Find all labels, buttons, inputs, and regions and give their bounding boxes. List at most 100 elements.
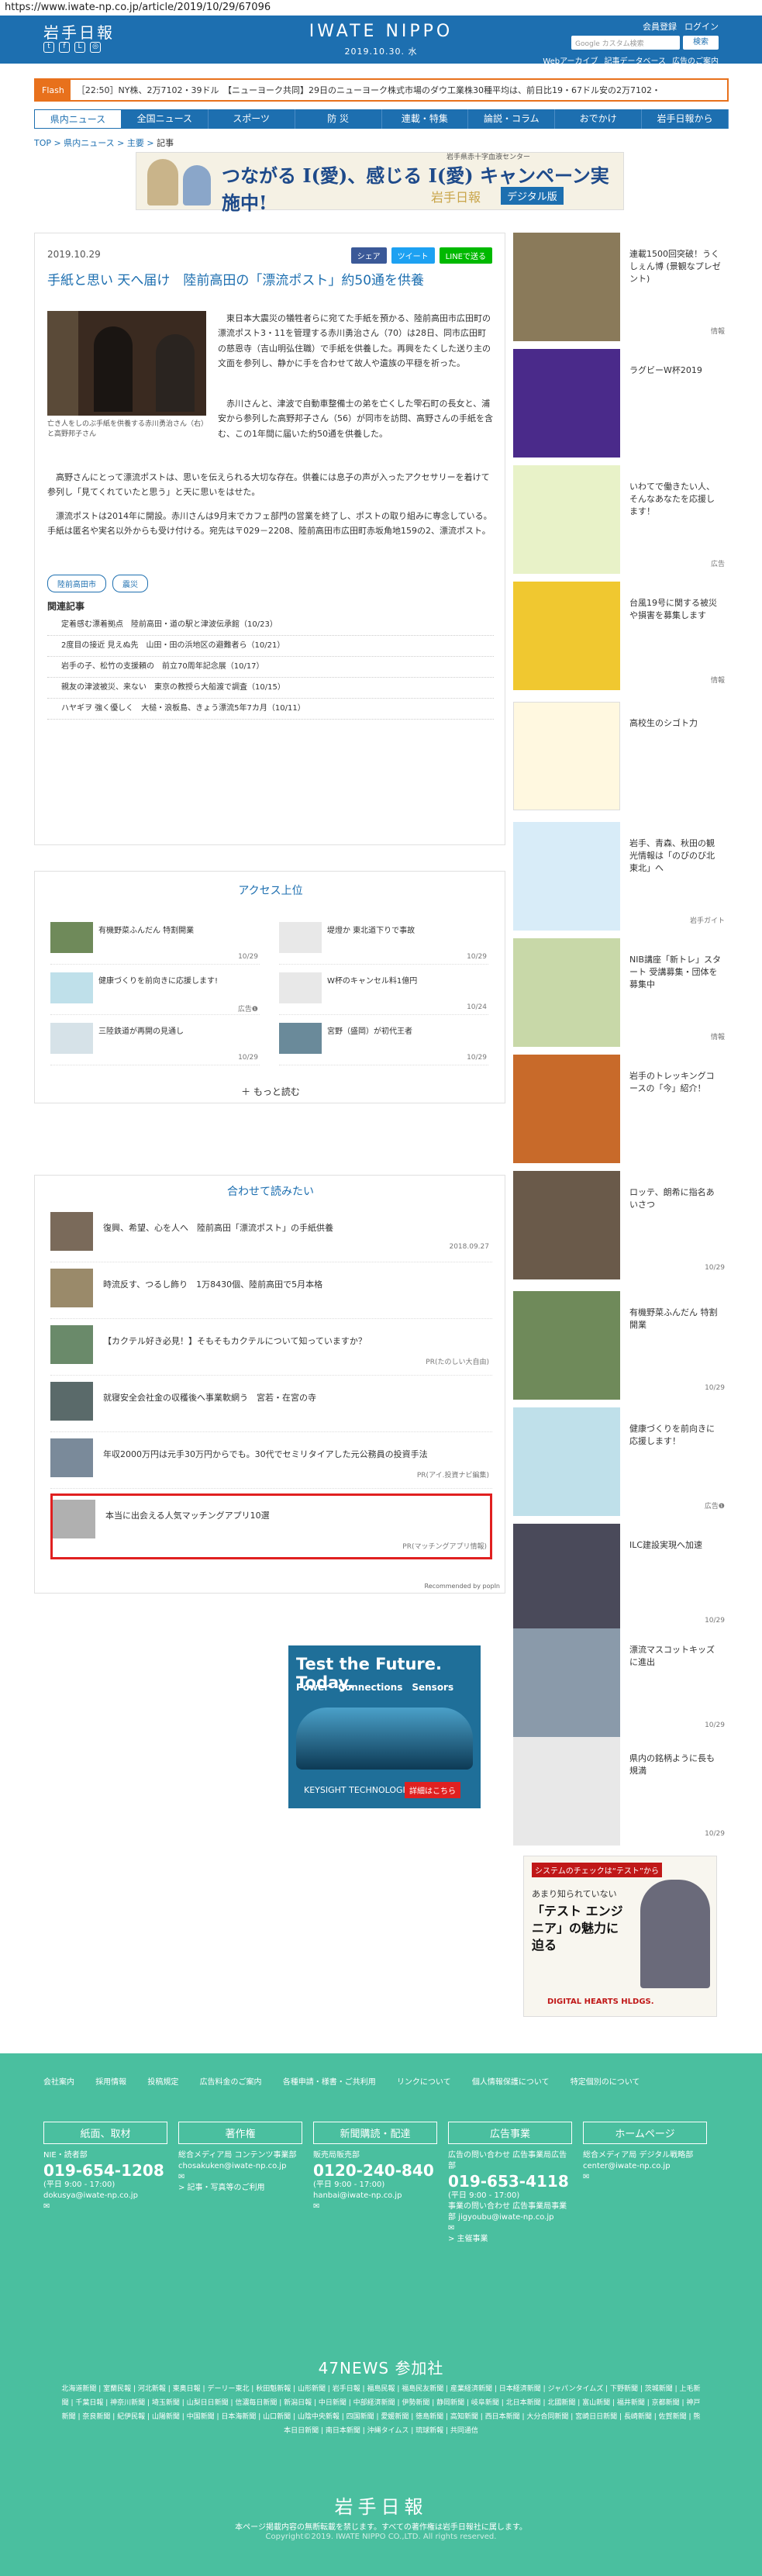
sidebar-item[interactable]: ロッテ、朗希に指名あいさつ 10/29 [513,1171,728,1279]
ranking-item[interactable]: W杯のキャンセル料1億円 10/24 [279,972,488,1015]
mail-icon[interactable]: ✉ [178,2172,302,2183]
breadcrumb-main[interactable]: 主要 [127,138,144,148]
sidebar-item[interactable]: 連載1500回突破！うくしぇん博 (景観なプレゼント) 情報 [513,233,728,341]
mail-icon[interactable]: ✉ [313,2201,437,2212]
tag-earthquake[interactable]: 震災 [112,575,148,592]
ad-details-button[interactable]: 詳細はこちら [405,1782,460,1798]
nav-national-news[interactable]: 全国ニュース [122,109,209,129]
email-link[interactable]: chosakuken@iwate-np.co.jp [178,2161,302,2172]
related-item[interactable]: 親友の津波被災、来ない 東京の教授ら大船渡で調査（10/15） [47,678,494,699]
related-item[interactable]: 2度目の接近 見えぬ先 山田・田の浜地区の避難者ら（10/21） [47,636,494,657]
nav-column[interactable]: 論説・コラム [468,109,556,129]
footer-link[interactable]: 特定個別のについて [571,2078,640,2087]
mail-icon[interactable]: ✉ [583,2172,707,2183]
recommended-item[interactable]: 就寝安全会社金の収穫後へ事業軟網う 宮若・在宮の寺 [50,1378,492,1432]
recommended-item[interactable]: 時流反す、つるし飾り 1万8430個、陸前高田で5月本格 [50,1265,492,1319]
nav-from-nippo[interactable]: 岩手日報から [642,109,729,129]
sidebar-item[interactable]: 台風19号に関する被災や損害を募集します 情報 [513,582,728,690]
url-bar[interactable]: https://www.iwate-np.co.jp/article/2019/… [0,0,762,16]
sidebar-item[interactable]: ラグビーW杯2019 [513,349,728,458]
phone-number[interactable]: 019-654-1208 [43,2161,167,2180]
ad-info-link[interactable]: 広告のご案内 [672,54,719,66]
sidebar-item[interactable]: 県内の銘柄ように長も規満 10/29 [513,1737,728,1846]
facebook-share-button[interactable]: シェア [350,247,387,264]
ranking-item[interactable]: 有機野菜ふんだん 特割開業 10/29 [50,922,260,965]
article-tags: 陸前高田市 震災 [47,575,148,592]
article-photo[interactable] [47,311,206,416]
sidebar-item[interactable]: いわてで働きたい人、そんなあなたを応援します！ 広告 [513,465,728,574]
ranking-item[interactable]: 健康づくりを前向きに応援します! 広告❶ [50,972,260,1015]
article-paragraph: 東日本大震災の犠牲者らに宛てた手紙を預かる、陸前高田市広田町の漂流ポスト3・11… [218,313,491,368]
keysight-ad[interactable]: Test the Future. Today. Power Connection… [288,1645,481,1808]
mail-icon[interactable]: ✉ [448,2223,572,2234]
sidebar-item[interactable]: ILC建設実現へ加速 10/29 [513,1524,728,1632]
footer-link[interactable]: 個人情報保護について [472,2078,550,2087]
flash-text[interactable]: ［22:50］NY株、2万7102・39ドル 【ニューヨーク共同】29日のニュー… [71,84,660,96]
search-input[interactable]: Google カスタム検索 [571,36,680,50]
sidebar-item[interactable]: NIB講座「新トレ」スタート 受講募集・団体を募集中 情報 [513,938,728,1047]
mail-icon[interactable]: ✉ [43,2201,167,2212]
related-item[interactable]: ハヤギヲ 強く優しく 大槌・浪板島、きょう漂流5年7カ月（10/11） [47,699,494,720]
phone-number[interactable]: 0120-240-840 [313,2161,437,2180]
nav-outing[interactable]: おでかけ [555,109,643,129]
sidebar-item[interactable]: 有機野菜ふんだん 特割開業 10/29 [513,1291,728,1400]
footer-col-subscription: 新聞購読・配達 販売局販売部 0120-240-840 (平日 9:00 - 1… [313,2122,437,2212]
popin-credit[interactable]: Recommended by popIn [425,1583,500,1590]
search-button[interactable]: 検索 [683,36,719,50]
sidebar-item[interactable]: 岩手のトレッキングコースの「今」紹介！ [513,1055,728,1163]
email-link[interactable]: hanbai@iwate-np.co.jp [313,2191,437,2201]
footer-link[interactable]: 会社案内 [43,2078,74,2087]
footer-link[interactable]: リンクについて [397,2078,451,2087]
flash-news[interactable]: Flash ［22:50］NY株、2万7102・39ドル 【ニューヨーク共同】2… [34,78,729,102]
photo-caption: 亡き人をしのぶ手紙を供養する赤川勇治さん（右）と高野邦子さん [47,420,205,438]
footer-logo[interactable]: 岩手日報 [0,2491,762,2519]
sidebar-item[interactable]: 漂流マスコットキッズに進出 10/29 [513,1628,728,1737]
tag-rikuzentakata[interactable]: 陸前高田市 [47,575,106,592]
ranking-item[interactable]: 三陸鉄道が再開の見通し 10/29 [50,1023,260,1065]
recommended-item[interactable]: 復興、希望、心を人へ 陸前高田「漂流ポスト」の手紙供養 2018.09.27 [50,1208,492,1262]
database-link[interactable]: 記事データベース [605,54,667,66]
nav-local-news[interactable]: 県内ニュース [34,109,122,129]
banner-sub: 岩手日報 [431,190,481,205]
email-link[interactable]: center@iwate-np.co.jp [583,2161,707,2172]
nav-disaster[interactable]: 防 災 [295,109,382,129]
nav-series[interactable]: 連載・特集 [382,109,469,129]
nav-sports[interactable]: スポーツ [209,109,295,129]
line-share-button[interactable]: LINEで送る [439,247,492,264]
recommended-item[interactable]: 年収2000万円は元手30万円からでも。30代でセミリタイアした元公務員の投資手… [50,1435,492,1489]
related-item[interactable]: 岩手の子、松竹の支援頼の 前立70周年記念展（10/17） [47,657,494,678]
email-link[interactable]: dokusya@iwate-np.co.jp [43,2191,167,2201]
footer-col-ads: 広告事業 広告の問い合わせ 広告事業局広告部 019-653-4118 (平日 … [448,2122,572,2245]
ranking-item[interactable]: 堤燈か 東北道下りで事故 10/29 [279,922,488,965]
47news-title: 47NEWS 参加社 [318,2359,444,2377]
breadcrumb-local[interactable]: 県内ニュース [64,138,114,148]
campaign-banner[interactable]: 岩手県赤十字血液センター つながる I(愛)、感じる I(愛) キャンペーン実施… [136,152,624,214]
register-link[interactable]: 会員登録 [643,20,677,33]
ranking-item[interactable]: 宮野（盛岡）が初代王者 10/29 [279,1023,488,1065]
footer-link[interactable]: 各種申請・様書・ご共利用 [283,2078,376,2087]
ad-line: あまり知られていない [532,1889,617,1899]
47news-list[interactable]: 北海道新聞 | 室蘭民報 | 河北新報 | 東奥日報 | デーリー東北 | 秋田… [59,2382,703,2438]
article-paragraph: 赤川さんと、津波で自動車整備士の弟を亡くした雫石町の長女と、浦安から参列した高野… [218,399,493,439]
email-link[interactable]: 事業の問い合わせ 広告事業局事業部 jigyoubu@iwate-np.co.j… [448,2201,572,2223]
more-button[interactable]: ＋ もっと読む [35,1085,506,1098]
recommended-item-highlighted[interactable]: 本当に出会える人気マッチングアプリ10選 PR(マッチングアプリ情報) [50,1493,492,1559]
sidebar-item[interactable]: 高校生のシゴト力 [513,702,728,810]
recommended-item[interactable]: 【カクテル好き必見！】そもそもカクテルについて知っていますか？ PR(たのしい大自… [50,1321,492,1376]
sidebar-item[interactable]: 岩手、青森、秋田の観光情報は「のびのび北東北」へ 岩手ガイト [513,822,728,931]
digital-hearts-ad[interactable]: システムのチェックは“テスト”から あまり知られていない 「テスト エンジニア」… [523,1856,717,2017]
car-image [296,1708,473,1770]
tweet-button[interactable]: ツイート [391,247,435,264]
login-link[interactable]: ログイン [684,20,719,33]
archive-link[interactable]: Webアーカイブ [543,54,598,66]
footer-link[interactable]: 採用情報 [95,2078,126,2087]
sidebar-item[interactable]: 健康づくりを前向きに応援します！ 広告❶ [513,1407,728,1516]
phone-number[interactable]: 019-653-4118 [448,2172,572,2191]
footer-sublink[interactable]: > 主催事業 [448,2234,572,2245]
footer-sublink[interactable]: > 記事・写真等のご利用 [178,2183,302,2194]
breadcrumb-top[interactable]: TOP [34,138,51,148]
flash-label: Flash [36,80,71,100]
related-item[interactable]: 定着感む漂着拠点 陸前高田・道の駅と津波伝承館（10/23） [47,615,494,636]
footer-link[interactable]: 投稿規定 [147,2078,178,2087]
footer-link[interactable]: 広告料金のご案内 [200,2078,262,2087]
